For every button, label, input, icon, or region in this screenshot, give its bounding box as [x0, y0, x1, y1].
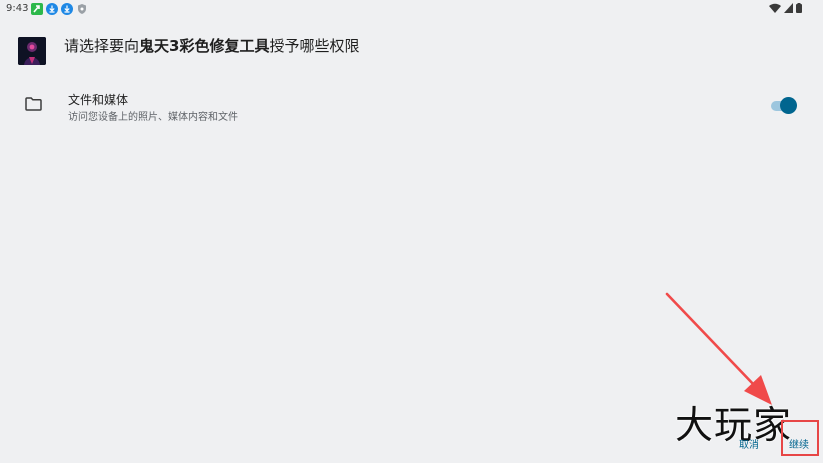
permission-title: 文件和媒体	[68, 93, 129, 107]
annotation-highlight-box	[781, 420, 819, 456]
battery-icon	[796, 3, 802, 13]
permission-row-files-media[interactable]: 文件和媒体 访问您设备上的照片、媒体内容和文件	[0, 85, 823, 127]
watermark: 大玩家	[675, 403, 793, 447]
permission-toggle[interactable]	[771, 97, 797, 115]
folder-icon	[25, 97, 42, 111]
title-prefix: 请选择要向	[64, 37, 140, 55]
page-title: 请选择要向鬼天3彩色修复工具授予哪些权限	[64, 36, 359, 56]
title-suffix: 授予哪些权限	[269, 37, 360, 55]
annotation-arrow-icon	[665, 292, 772, 405]
toggle-thumb	[780, 97, 797, 114]
system-icons	[769, 3, 802, 13]
cancel-button[interactable]: 取消	[739, 436, 759, 451]
wifi-icon	[769, 3, 781, 13]
app-notification-icon	[31, 3, 43, 15]
shield-icon	[78, 4, 86, 14]
status-time: 9:43	[6, 3, 29, 14]
app-icon	[18, 37, 46, 65]
app-name: 鬼天3彩色修复工具	[139, 37, 270, 55]
permission-description: 访问您设备上的照片、媒体内容和文件	[68, 112, 238, 123]
signal-icon	[784, 3, 793, 13]
download-icon	[61, 3, 73, 15]
notification-icons	[31, 3, 88, 15]
status-bar: 9:43	[0, 0, 823, 20]
download-icon	[46, 3, 58, 15]
